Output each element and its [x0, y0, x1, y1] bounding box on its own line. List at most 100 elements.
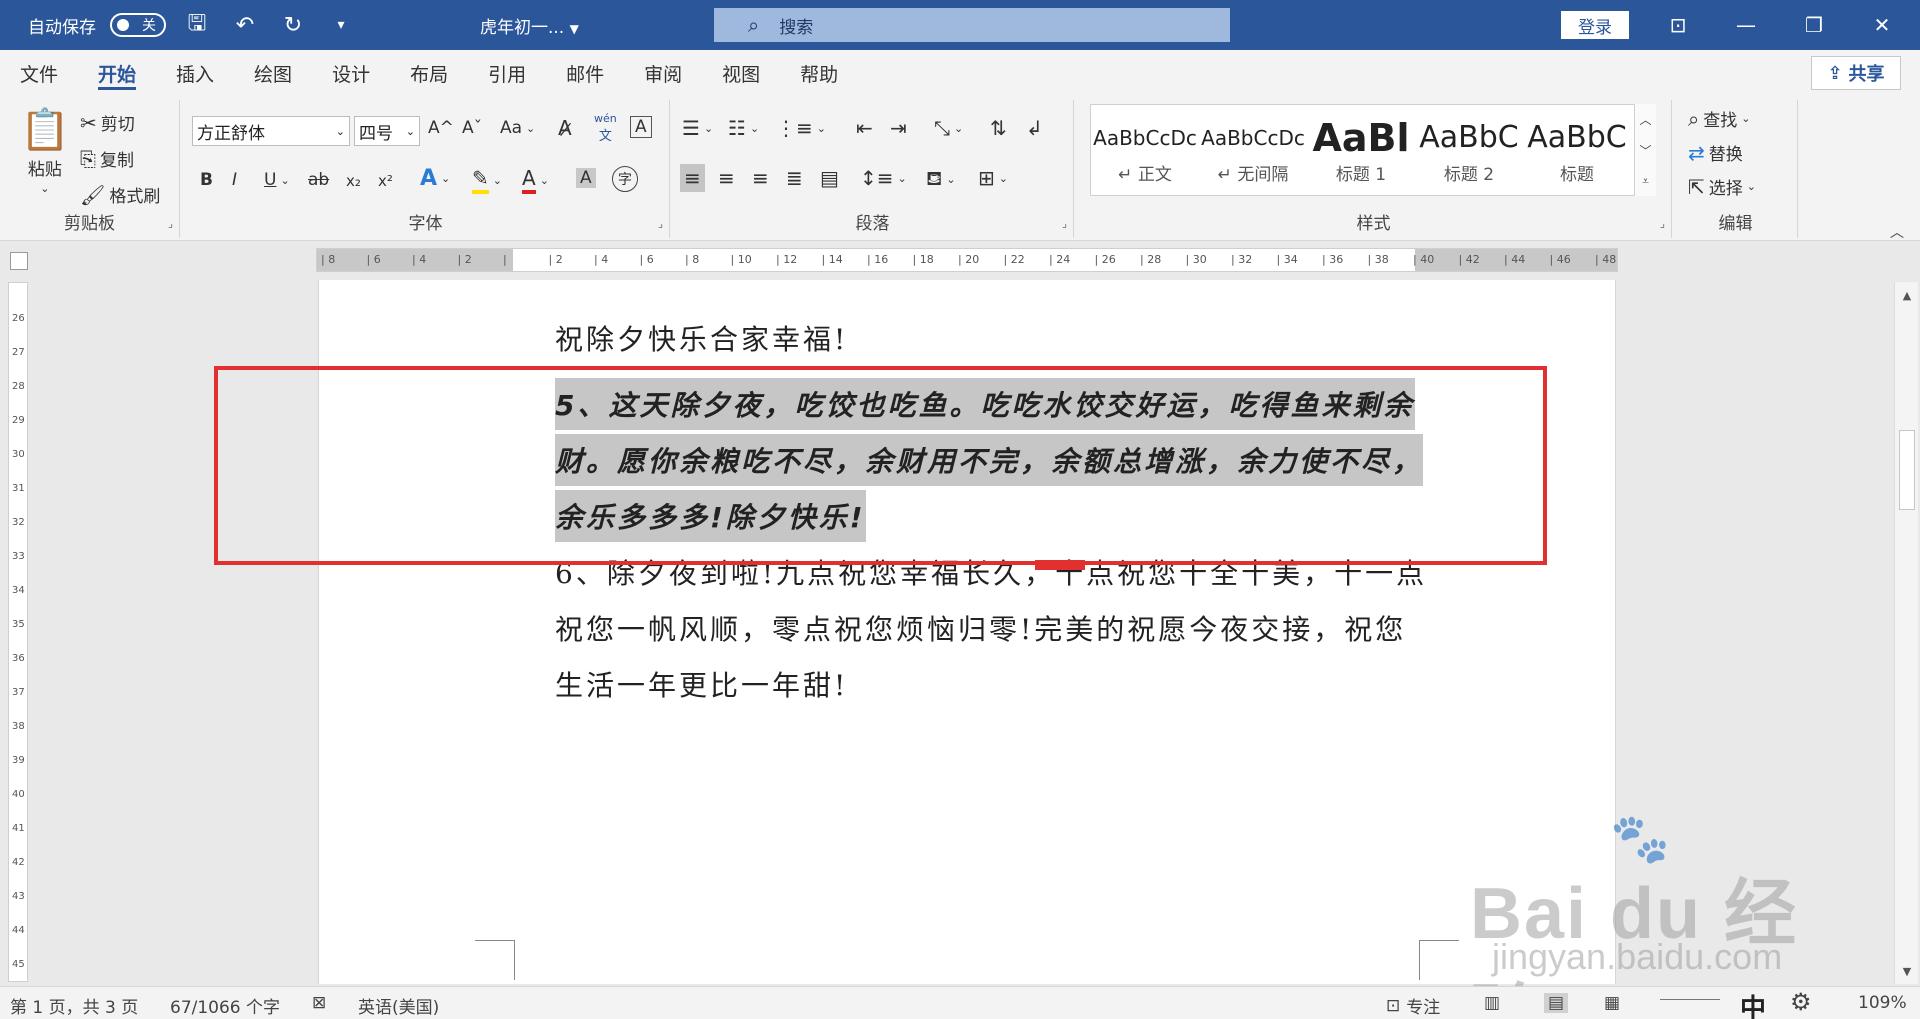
tab-selector[interactable]: [10, 252, 28, 270]
font-size-combo[interactable]: 四号 ⌄: [354, 116, 420, 146]
decrease-indent-button[interactable]: ⇤: [856, 116, 873, 140]
dialog-launcher-icon[interactable]: ⌟: [658, 217, 663, 230]
font-color-button[interactable]: A ⌄: [522, 166, 549, 194]
document-title[interactable]: 虎年初一... ▼: [480, 13, 579, 38]
style-title[interactable]: AaBbC 标题: [1523, 105, 1631, 195]
borders-button[interactable]: ⊞ ⌄: [978, 166, 1008, 190]
search-box[interactable]: ⌕ 搜索: [714, 8, 1230, 42]
character-border-button[interactable]: A: [630, 116, 652, 138]
restore-icon[interactable]: ❐: [1784, 8, 1844, 42]
increase-indent-button[interactable]: ⇥: [890, 116, 907, 140]
sort-button[interactable]: ⇅: [990, 116, 1007, 140]
login-button[interactable]: 登录: [1561, 11, 1629, 39]
justify-button[interactable]: ≣: [786, 166, 803, 190]
multilevel-list-button[interactable]: ⋮≡ ⌄: [776, 116, 826, 140]
align-center-button[interactable]: ≡: [718, 166, 735, 190]
paste-button[interactable]: 📋 粘贴 ⌄: [20, 106, 70, 195]
align-right-button[interactable]: ≡: [752, 166, 769, 190]
zoom-slider[interactable]: [1660, 999, 1720, 1000]
style-heading-2[interactable]: AaBbC 标题 2: [1415, 105, 1523, 195]
select-button[interactable]: ⇱ 选择 ⌄: [1688, 174, 1756, 200]
subscript-button[interactable]: x₂: [346, 172, 361, 190]
more-icon[interactable]: ⩡: [1642, 174, 1649, 189]
text-effects-button[interactable]: A ⌄: [420, 166, 450, 191]
tab-design[interactable]: 设计: [312, 50, 390, 96]
chevron-up-icon[interactable]: ︿: [1639, 111, 1651, 128]
page-count[interactable]: 第 1 页，共 3 页: [10, 993, 138, 1018]
grow-font-button[interactable]: A^: [428, 118, 454, 138]
tab-review[interactable]: 审阅: [624, 50, 702, 96]
shrink-font-button[interactable]: Aˇ: [462, 118, 482, 138]
vertical-scrollbar[interactable]: ▲ ▼: [1894, 282, 1918, 984]
focus-mode-button[interactable]: ⊡ 专注: [1386, 993, 1440, 1019]
autosave-toggle[interactable]: 关: [110, 13, 166, 37]
language-status[interactable]: 英语(美国): [358, 993, 439, 1018]
enclose-characters-button[interactable]: 字: [612, 166, 638, 192]
cut-button[interactable]: ✂ 剪切: [80, 110, 135, 136]
vertical-ruler[interactable]: 26 27 28 29 30 31 32 33 34 35 36 37 38 39 40 41 42 43 44 45…: [8, 282, 28, 1004]
highlight-button[interactable]: ✎ ⌄: [472, 166, 502, 194]
tab-home[interactable]: 开始: [78, 50, 156, 96]
ruler-tick: | 2: [548, 253, 563, 266]
scroll-up-icon[interactable]: ▲: [1895, 284, 1919, 306]
copy-button[interactable]: ⎘ 复制: [80, 146, 134, 172]
clear-formatting-button[interactable]: A̷: [558, 116, 572, 140]
find-button[interactable]: ⌕ 查找 ⌄: [1688, 106, 1750, 132]
gear-icon[interactable]: ⚙: [1790, 988, 1812, 1016]
scroll-thumb[interactable]: [1899, 430, 1915, 510]
bullets-button[interactable]: ☰ ⌄: [682, 116, 713, 140]
proofing-icon[interactable]: ⊠: [312, 993, 326, 1013]
minimize-icon[interactable]: —: [1716, 8, 1776, 42]
text-direction-button[interactable]: ⤡ ⌄: [934, 116, 963, 140]
collapse-ribbon-icon[interactable]: ︿: [1890, 222, 1904, 242]
style-normal[interactable]: AaBbCcDc ↵ 正文: [1091, 105, 1199, 195]
distributed-button[interactable]: ▤: [820, 166, 839, 190]
word-count[interactable]: 67/1066 个字: [170, 993, 280, 1018]
strikethrough-button[interactable]: ab: [308, 170, 329, 190]
tab-layout[interactable]: 布局: [390, 50, 468, 96]
line-spacing-button[interactable]: ↕≡ ⌄: [860, 166, 907, 190]
style-no-spacing[interactable]: AaBbCcDc ↵ 无间隔: [1199, 105, 1307, 195]
format-painter-button[interactable]: 🖌 格式刷: [80, 182, 160, 208]
shading-button[interactable]: ⛾ ⌄: [926, 166, 956, 193]
numbering-button[interactable]: ☷ ⌄: [728, 116, 759, 140]
tab-references[interactable]: 引用: [468, 50, 546, 96]
tab-view[interactable]: 视图: [702, 50, 780, 96]
bold-button[interactable]: B: [200, 170, 213, 190]
print-layout-icon[interactable]: ▤: [1544, 993, 1569, 1013]
ribbon-display-options-icon[interactable]: ⊡: [1648, 8, 1708, 42]
web-layout-icon[interactable]: ▦: [1604, 993, 1620, 1013]
underline-button[interactable]: U ⌄: [264, 170, 290, 190]
dialog-launcher-icon[interactable]: ⌟: [168, 217, 173, 230]
close-icon[interactable]: ✕: [1852, 8, 1912, 42]
show-marks-button[interactable]: ↲: [1026, 116, 1043, 140]
customize-quick-access-icon[interactable]: ▾: [324, 8, 358, 42]
zoom-level[interactable]: 109%: [1858, 993, 1907, 1013]
phonetic-guide-button[interactable]: wén 文: [594, 112, 617, 144]
dialog-launcher-icon[interactable]: ⌟: [1660, 217, 1665, 230]
ime-indicator[interactable]: 中: [1740, 988, 1766, 1019]
undo-icon[interactable]: ↶: [228, 8, 262, 42]
chevron-down-icon[interactable]: ﹀: [1639, 142, 1651, 159]
superscript-button[interactable]: x²: [378, 172, 393, 190]
horizontal-ruler[interactable]: | 8 | 6 | 4 | 2 | | 2 | 4 | 6 | 8 | 10 | 12 | 14 | …: [316, 248, 1618, 272]
tab-draw[interactable]: 绘图: [234, 50, 312, 96]
read-mode-icon[interactable]: ▥: [1484, 993, 1500, 1013]
tab-insert[interactable]: 插入: [156, 50, 234, 96]
save-icon[interactable]: 🖫: [180, 8, 214, 42]
tab-help[interactable]: 帮助: [780, 50, 858, 96]
font-name-combo[interactable]: 方正舒体 ⌄: [192, 116, 350, 146]
character-shading-button[interactable]: A: [576, 168, 596, 188]
tab-mailings[interactable]: 邮件: [546, 50, 624, 96]
scroll-down-icon[interactable]: ▼: [1895, 960, 1919, 982]
align-left-button[interactable]: ≡: [680, 164, 705, 192]
dialog-launcher-icon[interactable]: ⌟: [1062, 217, 1067, 230]
tab-file[interactable]: 文件: [0, 50, 78, 96]
replace-button[interactable]: ⇄ 替换: [1688, 140, 1743, 166]
change-case-button[interactable]: Aa ⌄: [500, 118, 535, 138]
redo-icon[interactable]: ↻: [276, 8, 310, 42]
style-gallery-scroll[interactable]: ︿ ﹀ ⩡: [1634, 104, 1656, 196]
share-button[interactable]: ⇪ 共享: [1811, 56, 1901, 90]
style-heading-1[interactable]: AaBl 标题 1: [1307, 105, 1415, 195]
italic-button[interactable]: I: [232, 170, 237, 190]
